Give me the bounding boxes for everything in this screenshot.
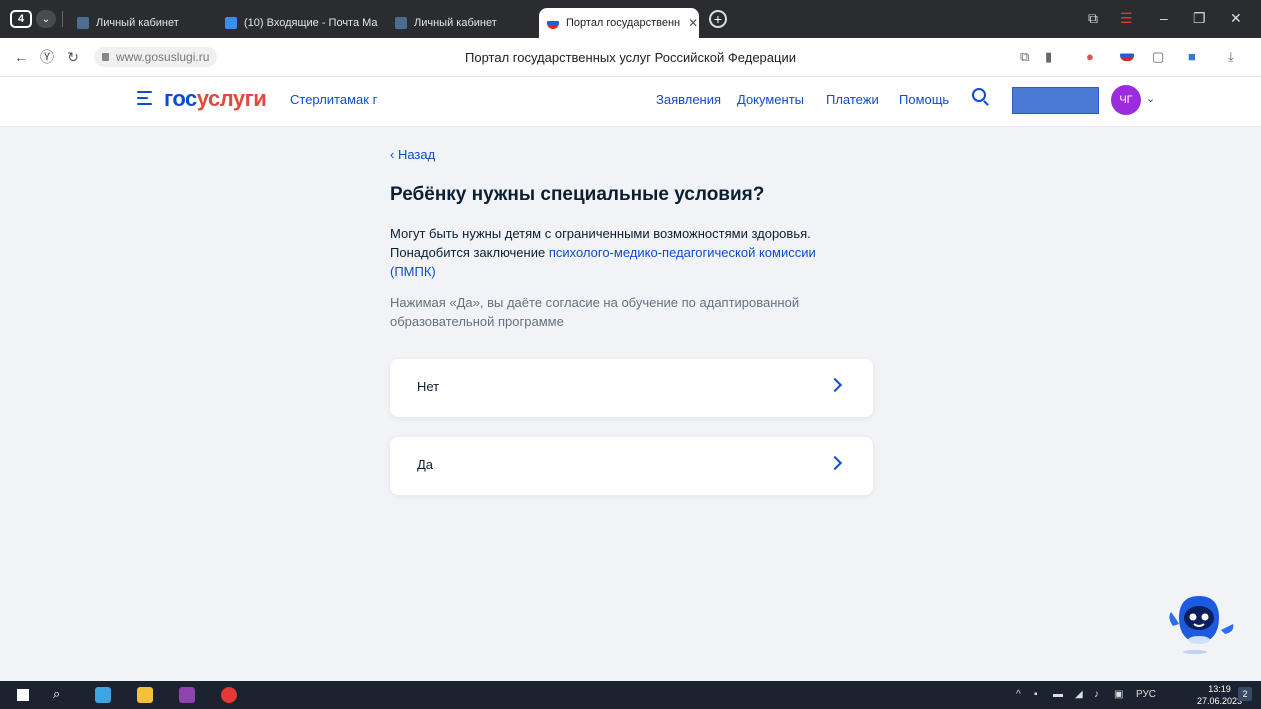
office-extension-icon[interactable]: ■ — [1188, 49, 1196, 64]
reload-icon[interactable]: ↻ — [60, 49, 86, 66]
volume-icon[interactable]: ♪ — [1094, 689, 1099, 700]
new-tab-plus-icon[interactable]: + — [709, 10, 727, 28]
nav-applications[interactable]: Заявления — [656, 92, 721, 107]
chevron-right-icon — [827, 377, 843, 393]
chevron-down-icon[interactable]: ⌄ — [1146, 92, 1155, 105]
browser-tab-active[interactable]: Портал государственн ✕ — [539, 8, 699, 38]
avatar[interactable]: ЧГ — [1111, 85, 1141, 115]
russia-flag-favicon-icon — [547, 17, 559, 29]
clock[interactable]: 13:19 27.06.2023 — [1197, 683, 1242, 707]
browser-address-bar: ← Ⓨ ↻ www.gosuslugi.ru Портал государств… — [0, 38, 1261, 77]
mail-favicon-icon — [225, 17, 237, 29]
extension-icon[interactable]: ● — [1086, 49, 1094, 64]
yandex-icon[interactable]: Ⓨ — [34, 47, 60, 67]
menu-burger-icon[interactable] — [137, 91, 152, 105]
page-title: Ребёнку нужны специальные условия? — [390, 184, 765, 205]
lock-icon — [102, 53, 109, 61]
battery-icon[interactable]: ▬ — [1053, 689, 1063, 700]
collections-icon[interactable]: ▢ — [1152, 49, 1164, 65]
notifications-icon[interactable]: ☰ — [1120, 10, 1133, 27]
nav-documents[interactable]: Документы — [737, 92, 804, 107]
browser-tab-2[interactable]: (10) Входящие - Почта Ма — [217, 8, 387, 38]
file-explorer-icon[interactable] — [137, 687, 153, 703]
restore-window-icon[interactable]: ❐ — [1193, 10, 1206, 27]
consent-note: Нажимая «Да», вы даёте согласие на обуче… — [390, 295, 800, 329]
option-no[interactable]: Нет — [390, 359, 873, 417]
language-indicator[interactable]: РУС — [1136, 689, 1156, 700]
city-selector[interactable]: Стерлитамак г — [290, 92, 377, 107]
bookmark-icon[interactable]: ▮ — [1045, 49, 1052, 65]
tray-app-icon[interactable]: ▪ — [1034, 689, 1038, 700]
browser-tab-3[interactable]: Личный кабинет — [387, 8, 539, 38]
tab-title: Портал государственн — [566, 17, 681, 29]
browser-tab-1[interactable]: Личный кабинет — [69, 8, 217, 38]
download-icon[interactable]: ⤓ — [1228, 49, 1234, 65]
store-app-icon[interactable] — [95, 687, 111, 703]
gosuslugi-favicon-icon — [395, 17, 407, 29]
tab-title: Личный кабинет — [96, 17, 179, 29]
nav-help[interactable]: Помощь — [899, 92, 949, 107]
tab-count-badge[interactable]: 4 — [10, 10, 32, 28]
close-window-icon[interactable]: ✕ — [1230, 10, 1242, 27]
nav-payments[interactable]: Платежи — [826, 92, 879, 107]
tab-pin-icon[interactable]: ⧉ — [1088, 10, 1098, 27]
back-link[interactable]: ‹ Назад — [390, 147, 435, 162]
option-label: Да — [417, 457, 434, 472]
clock-time: 13:19 — [1208, 684, 1231, 694]
tab-title: (10) Входящие - Почта Ма — [244, 17, 378, 29]
flag-extension-icon[interactable] — [1120, 49, 1134, 64]
wifi-icon[interactable]: ◢ — [1075, 689, 1083, 700]
yandex-browser-icon[interactable] — [221, 687, 237, 703]
back-arrow-icon[interactable]: ← — [8, 49, 34, 65]
user-name-redacted[interactable] — [1012, 87, 1099, 114]
gosuslugi-favicon-icon — [77, 17, 89, 29]
minimize-window-icon[interactable]: – — [1160, 10, 1168, 26]
site-header: госуслуги Стерлитамак г Заявления Докуме… — [0, 77, 1261, 127]
clock-date: 27.06.2023 — [1197, 696, 1243, 706]
url-text: www.gosuslugi.ru — [116, 50, 210, 64]
robot-assistant-icon[interactable] — [1165, 588, 1235, 658]
option-label: Нет — [417, 379, 440, 394]
chevron-right-icon — [827, 455, 843, 471]
option-yes[interactable]: Да — [390, 437, 873, 495]
tabs-menu-chevron-icon[interactable]: ⌄ — [36, 10, 56, 28]
tab-divider — [62, 11, 63, 27]
logo-part-gos: гос — [164, 86, 197, 111]
description: Могут быть нужны детям с ограниченными в… — [390, 224, 860, 281]
windows-taskbar: ⌕ ^ ▪ ▬ ◢ ♪ ▣ РУС 13:19 27.06.2023 2 — [0, 681, 1261, 709]
app-icon[interactable] — [179, 687, 195, 703]
url-field[interactable]: www.gosuslugi.ru — [94, 47, 218, 67]
tray-chevron-up-icon[interactable]: ^ — [1016, 689, 1021, 700]
copy-link-icon[interactable]: ⧉ — [1020, 49, 1029, 65]
input-indicator-icon[interactable]: ▣ — [1114, 689, 1123, 700]
search-icon[interactable] — [972, 88, 986, 102]
windows-start-icon[interactable] — [17, 689, 29, 701]
search-taskbar-icon[interactable]: ⌕ — [53, 686, 60, 702]
gosuslugi-logo[interactable]: госуслуги — [164, 86, 267, 112]
tab-close-icon[interactable]: ✕ — [688, 16, 698, 30]
browser-tab-strip: 4 ⌄ Личный кабинет (10) Входящие - Почта… — [0, 0, 1261, 38]
tab-title: Личный кабинет — [414, 17, 497, 29]
notification-center-icon[interactable]: 2 — [1238, 687, 1252, 701]
logo-part-uslugi: услуги — [196, 86, 267, 111]
